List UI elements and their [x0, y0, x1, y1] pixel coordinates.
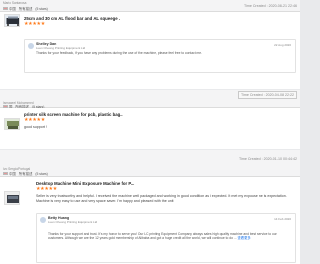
time-created: Time Created : 2020-08-21 22:46: [243, 4, 297, 8]
review-header: Ivo Sergio/Portugal 中国 所有描述 (5 stars) Ti…: [0, 150, 300, 177]
review-card: Ismaaeel Mohammed 国 所有描述 (5 stars) Time …: [0, 90, 300, 149]
reply-company: Luen Cheong Printing Equipment Ltd: [48, 220, 98, 224]
rating-count: (5 stars): [35, 171, 48, 176]
review-header: Ismaaeel Mohammed 国 所有描述 (5 stars) Time …: [0, 90, 300, 109]
review-body: 25cm and 30 cm AL flood bar and AL squee…: [0, 12, 300, 89]
seller-reply: Betty Huang Luen Cheong Printing Equipme…: [36, 213, 296, 263]
review-body: Desktop Machine Mini Exposure Machine fo…: [0, 177, 300, 264]
rating-stars: ★★★★★: [24, 21, 45, 27]
review-body: printer silk screen machine for pcb, pla…: [0, 108, 300, 149]
product-thumbnail[interactable]: [4, 118, 20, 130]
seller-reply: Shelley Dan Luen Cheong Printing Equipme…: [24, 39, 296, 73]
avatar: [28, 43, 34, 49]
rating-count: (5 stars): [35, 6, 48, 11]
rating-stars: ★★★★★: [24, 117, 45, 123]
reply-date: 22 Aug 2020: [274, 42, 291, 47]
tag-chip: 所有描述: [18, 172, 33, 176]
country-label: 中国: [9, 172, 16, 176]
reply-company: Luen Cheong Printing Equipment Ltd: [36, 46, 86, 50]
machine-icon: [5, 15, 19, 26]
country-chip: 中国: [3, 6, 16, 11]
tag-chip: 所有描述: [18, 7, 33, 11]
printer-icon: [5, 119, 19, 129]
time-created: Time Created : 2020-01-10 00:44:42: [238, 157, 297, 161]
reply-text: Thanks for your feedback, if you have an…: [36, 51, 203, 55]
product-thumbnail[interactable]: [4, 191, 20, 205]
flag-icon: [3, 7, 8, 10]
avatar: [40, 217, 46, 223]
review-card: Ivo Sergio/Portugal 中国 所有描述 (5 stars) Ti…: [0, 150, 300, 264]
review-header: Mario Santarosa 中国 所有描述 (5 stars) Time C…: [0, 0, 300, 12]
country-chip: 中国: [3, 171, 16, 176]
flag-icon: [3, 172, 8, 175]
country-label: 中国: [9, 7, 16, 11]
review-comment: good support !: [24, 125, 47, 129]
reply-text: Thanks for your support and trust. It's …: [48, 232, 293, 241]
product-thumbnail[interactable]: [4, 14, 20, 27]
see-more-link[interactable]: 查看更多: [238, 236, 251, 240]
time-created: Time Created : 2020-04-08 22:22: [237, 91, 297, 99]
review-card: Mario Santarosa 中国 所有描述 (5 stars) Time C…: [0, 0, 300, 89]
review-comment: Seller is very trustworthy and helpful. …: [36, 194, 287, 203]
reply-date: 14 Feb 2020: [274, 216, 291, 221]
reviewer-name: Mario Santarosa: [3, 1, 27, 5]
rating-stars: ★★★★★: [36, 186, 57, 192]
exposure-machine-icon: [5, 192, 19, 204]
